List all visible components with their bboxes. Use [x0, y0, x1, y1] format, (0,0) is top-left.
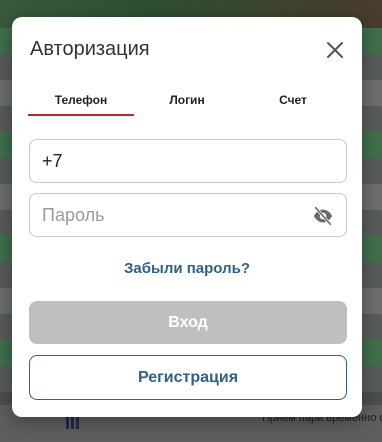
auth-modal: Авторизация Телефон Логин Счет Забыли па… — [12, 17, 362, 417]
eye-off-icon[interactable] — [312, 205, 334, 227]
register-button[interactable]: Регистрация — [29, 355, 347, 400]
phone-field — [29, 139, 347, 183]
tab-account[interactable]: Счет — [246, 93, 340, 117]
active-tab-indicator — [28, 114, 134, 116]
password-input[interactable] — [42, 204, 334, 226]
forgot-password-link[interactable]: Забыли пароль? — [12, 260, 362, 277]
chart-bars-icon — [66, 417, 80, 429]
tab-login[interactable]: Логин — [140, 93, 234, 117]
close-icon — [327, 42, 343, 58]
phone-input[interactable] — [42, 150, 334, 172]
login-button[interactable]: Вход — [29, 301, 347, 344]
close-button[interactable] — [322, 37, 348, 63]
auth-tabs: Телефон Логин Счет — [28, 93, 348, 117]
modal-title: Авторизация — [30, 38, 150, 60]
password-field — [29, 193, 347, 237]
